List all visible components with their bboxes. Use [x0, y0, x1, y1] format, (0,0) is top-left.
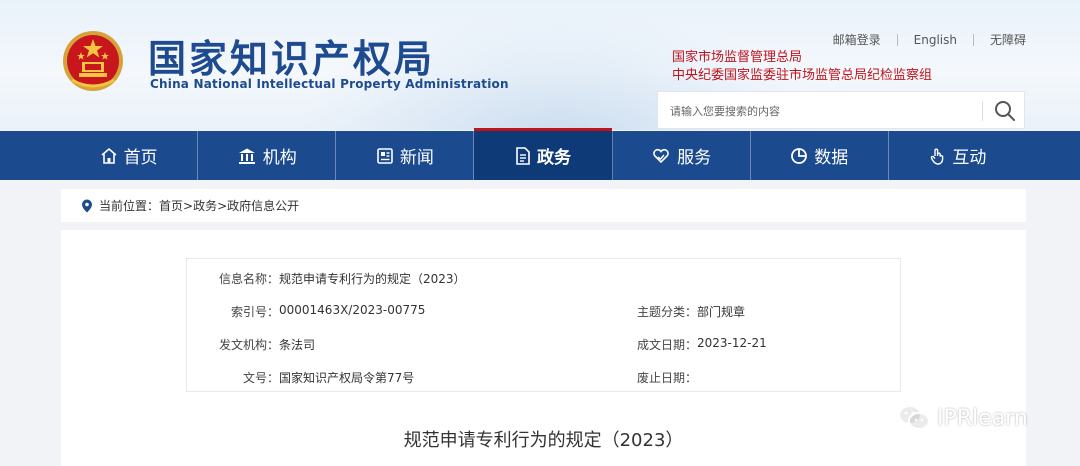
info-label: 信息名称： [218, 272, 279, 286]
main-content: 信息名称： 规范申请专利行为的规定（2023） 索引号： 00001463X/2… [61, 230, 1026, 466]
info-row-issuer: 发文机构： 条法司 [187, 336, 315, 353]
info-label: 文号： [242, 371, 279, 385]
document-title: 规范申请专利行为的规定（2023） [403, 430, 684, 451]
info-row-topic: 主题分类： 部门规章 [605, 303, 745, 320]
nav-item-data[interactable]: 数据 [751, 131, 889, 180]
home-icon [101, 147, 117, 164]
info-label: 索引号： [230, 305, 279, 319]
link-divider [896, 33, 898, 46]
nav-item-label: 数据 [814, 148, 849, 168]
nav-item-label: 机构 [262, 148, 297, 168]
nav-item-service[interactable]: 服务 [613, 131, 751, 180]
nav-item-label: 服务 [677, 148, 712, 168]
info-row-docno: 文号： 国家知识产权局令第77号 [187, 369, 414, 386]
national-emblem-icon [63, 31, 123, 91]
english-link[interactable]: English [914, 33, 957, 47]
info-label: 成文日期： [636, 338, 697, 352]
search-input[interactable] [670, 101, 970, 121]
org-line-2[interactable]: 中央纪委国家监委驻市场监管总局纪检监察组 [672, 67, 932, 85]
info-row-date: 成文日期： 2023-12-21 [605, 336, 767, 353]
nav-item-label: 政务 [536, 148, 571, 168]
top-links: 邮箱登录 English 无障碍 [833, 31, 1026, 48]
nav-item-institution[interactable]: 机构 [198, 131, 337, 180]
supervising-org: 国家市场监督管理总局 中央纪委国家监委驻市场监管总局纪检监察组 [672, 49, 932, 85]
info-value: 部门规章 [697, 305, 746, 319]
breadcrumb-prefix: 当前位置： [99, 199, 160, 213]
nav-item-label: 新闻 [399, 148, 434, 168]
watermark: IPRlearn [897, 404, 1028, 432]
search-icon[interactable] [993, 99, 1017, 123]
nav-item-government-affairs[interactable]: 政务 [474, 128, 613, 180]
document-icon [516, 146, 530, 165]
site-logo-title[interactable]: 国家知识产权局 [148, 28, 435, 83]
info-value: 条法司 [279, 338, 316, 352]
info-value: 00001463X/2023-00775 [279, 303, 426, 317]
institution-icon [238, 148, 255, 164]
watermark-text: IPRlearn [937, 405, 1028, 431]
info-value: 国家知识产权局令第77号 [279, 371, 415, 385]
site-header: 国家知识产权局 China National Intellectual Prop… [0, 0, 1080, 130]
mail-login-link[interactable]: 邮箱登录 [833, 31, 881, 48]
newspaper-icon [377, 147, 393, 164]
nav-item-label: 互动 [952, 148, 987, 168]
info-value: 2023-12-21 [697, 336, 767, 350]
org-line-1[interactable]: 国家市场监督管理总局 [672, 49, 932, 67]
info-label: 发文机构： [218, 338, 279, 352]
breadcrumb-path[interactable]: 首页>政务>政府信息公开 [159, 197, 299, 214]
info-row-expire: 废止日期： [605, 369, 697, 386]
search-divider [982, 101, 983, 121]
info-row-index: 索引号： 00001463X/2023-00775 [187, 303, 425, 320]
nav-item-interaction[interactable]: 互动 [889, 131, 1026, 180]
heart-hand-icon [653, 148, 669, 163]
wechat-icon [898, 405, 930, 430]
info-metadata-table: 信息名称： 规范申请专利行为的规定（2023） 索引号： 00001463X/2… [186, 258, 901, 392]
location-pin-icon [82, 199, 92, 212]
main-nav: 首页 机构 新闻 政务 服务 数据 互动 [0, 128, 1080, 180]
site-logo-subtitle: China National Intellectual Property Adm… [150, 77, 509, 91]
nav-item-home[interactable]: 首页 [60, 131, 199, 180]
nav-item-label: 首页 [123, 148, 158, 168]
breadcrumb: 当前位置： 首页>政务>政府信息公开 [61, 189, 1026, 222]
info-label: 主题分类： [636, 305, 697, 319]
info-label: 废止日期： [636, 371, 697, 385]
info-row-name: 信息名称： 规范申请专利行为的规定（2023） [187, 270, 466, 287]
search-box [657, 91, 1025, 129]
tap-icon [931, 148, 944, 165]
pie-chart-icon [791, 147, 808, 164]
info-value: 规范申请专利行为的规定（2023） [279, 272, 466, 286]
accessibility-link[interactable]: 无障碍 [990, 31, 1026, 48]
nav-item-news[interactable]: 新闻 [336, 131, 475, 180]
link-divider [972, 33, 974, 46]
